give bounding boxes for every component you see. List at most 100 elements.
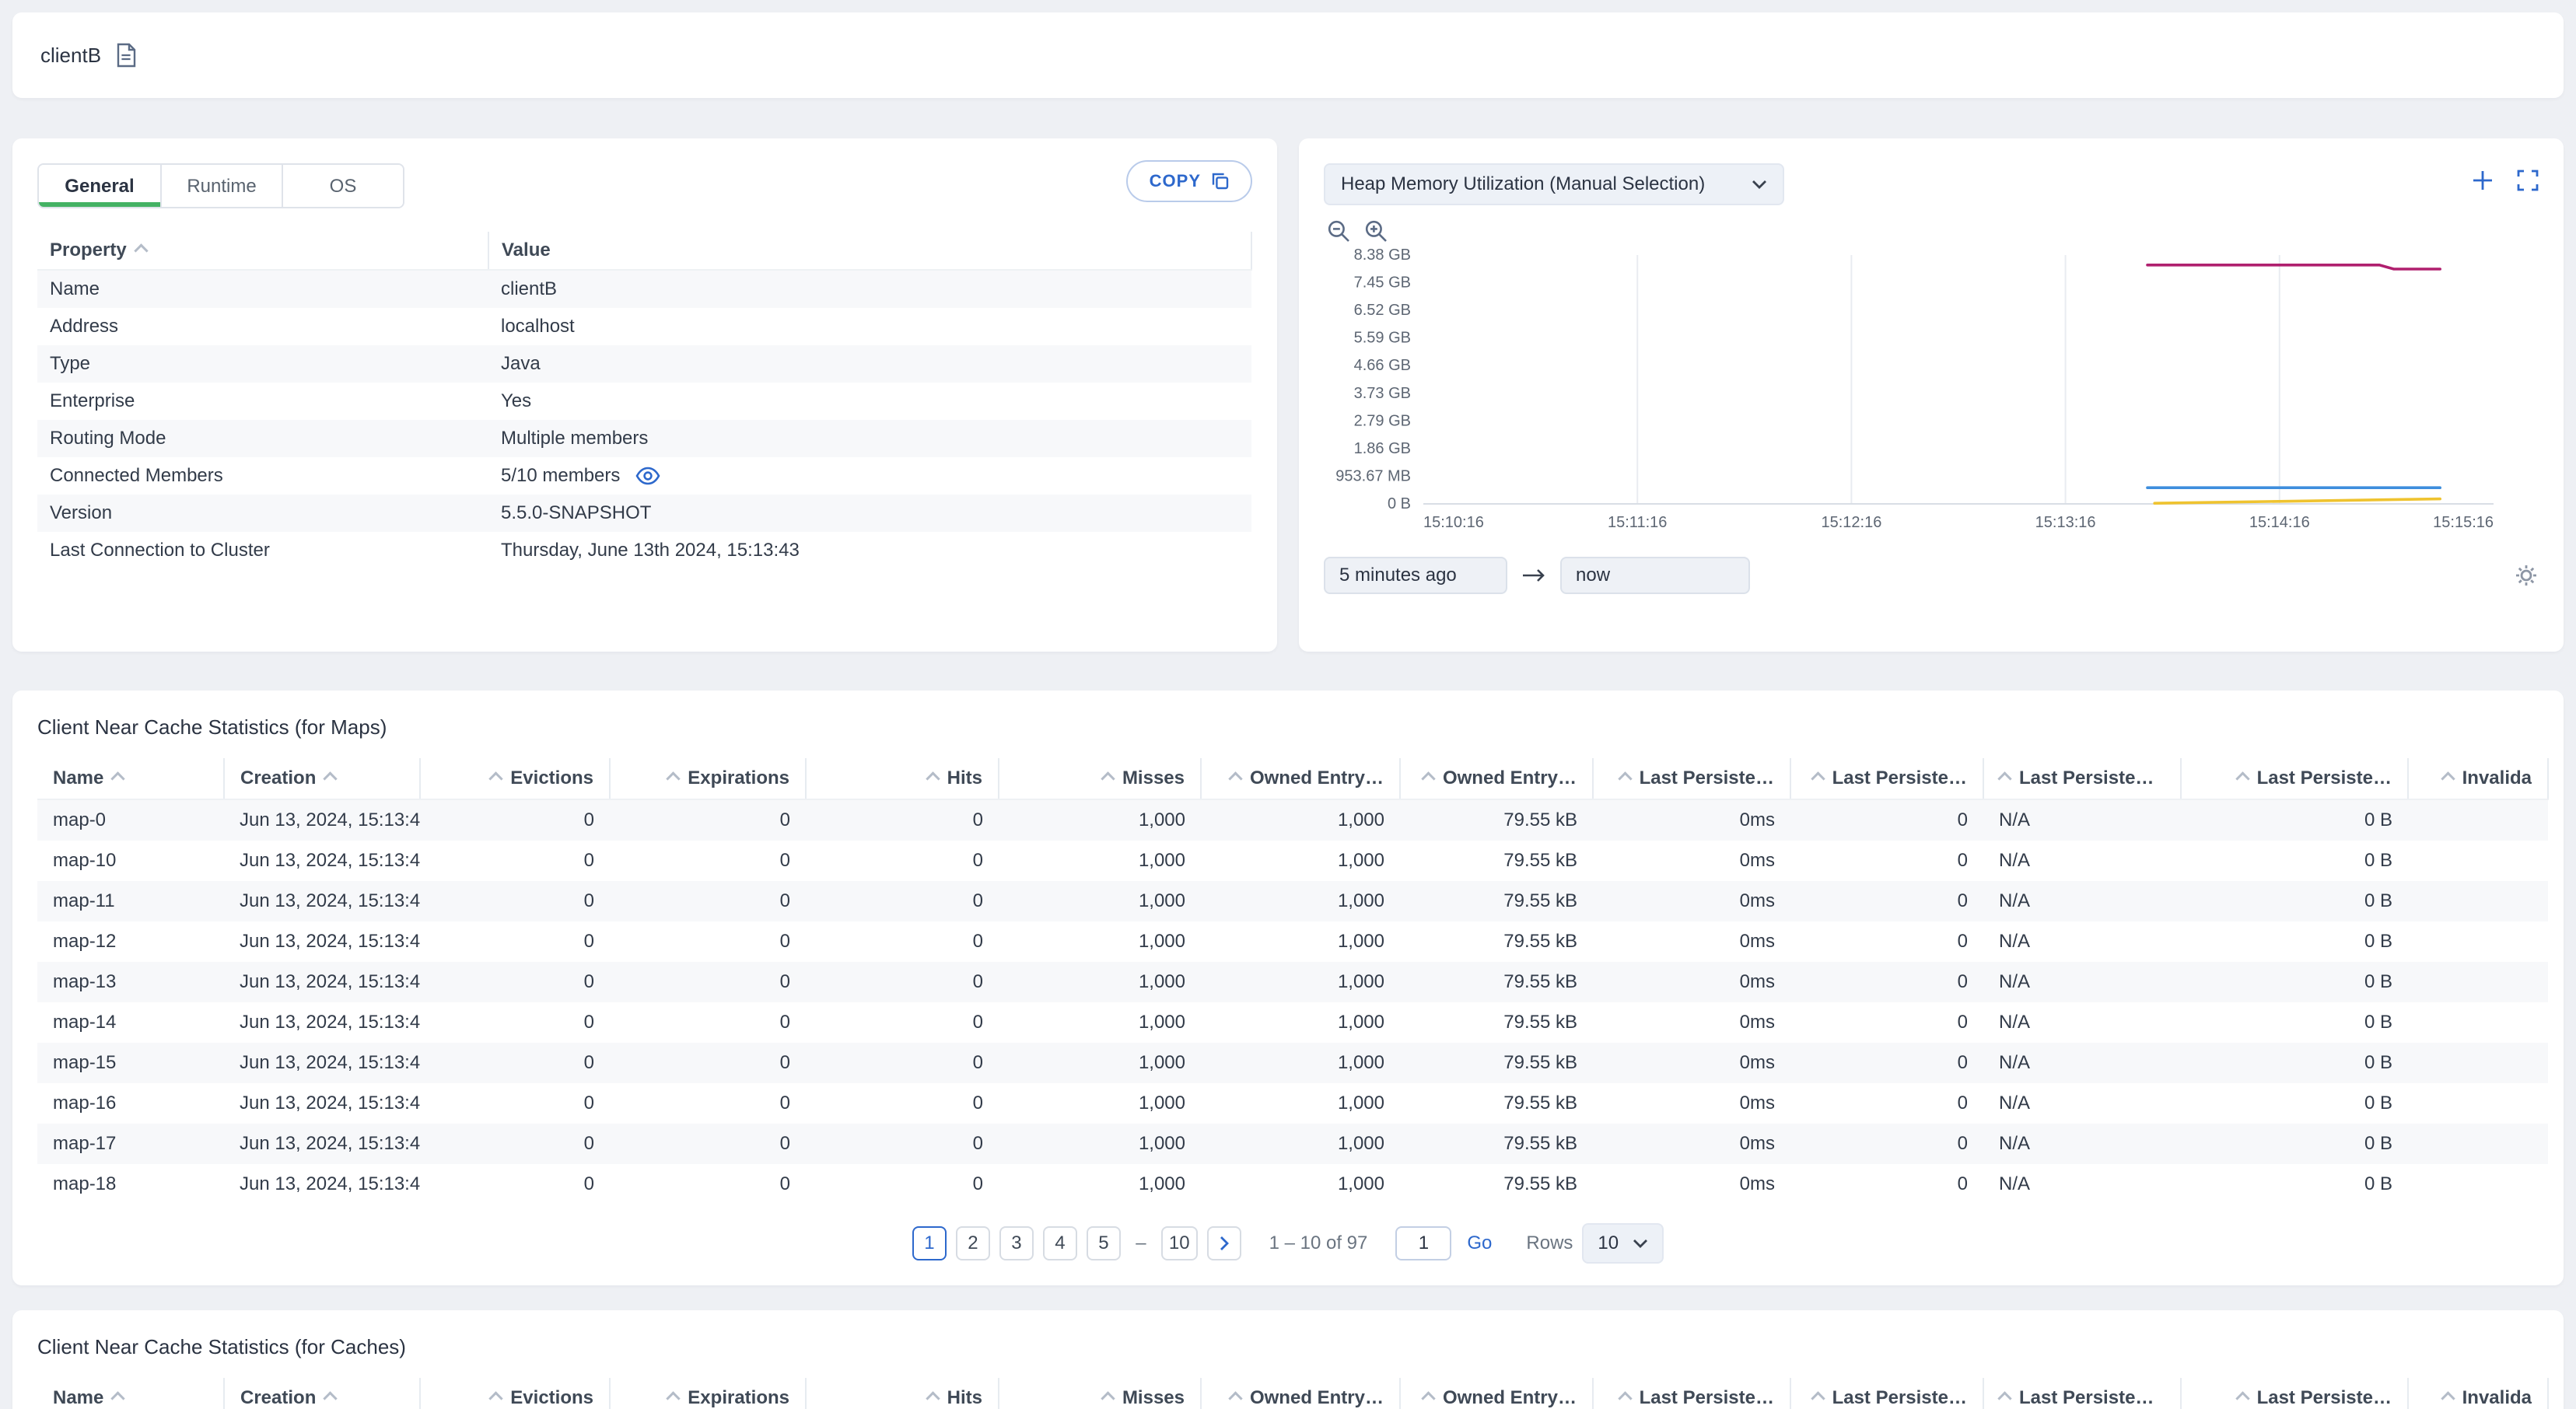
- column-header-last-persiste[interactable]: Last Persiste…: [1983, 758, 2182, 800]
- property-name-cell: Last Connection to Cluster: [50, 540, 270, 561]
- goto-page-input[interactable]: [1395, 1226, 1452, 1260]
- column-header-last-persiste[interactable]: Last Persiste…: [1790, 758, 1984, 800]
- sort-icon: [925, 1390, 940, 1406]
- table-row[interactable]: map-11 Jun 13, 2024, 15:13:44 0 0 0 1,000 1,00…: [37, 881, 2548, 921]
- page-button-4[interactable]: 4: [1042, 1226, 1077, 1260]
- cell-last-persiste: N/A: [1999, 809, 2031, 830]
- tab-runtime[interactable]: Runtime: [160, 165, 282, 207]
- cell-last-persiste: 0 B: [2364, 931, 2392, 952]
- table-row[interactable]: map-12 Jun 13, 2024, 15:13:45 0 0 0 1,000 1,00…: [37, 921, 2548, 962]
- y-tick-label: 4.66 GB: [1354, 357, 1411, 374]
- column-header-last-persiste[interactable]: Last Persiste…: [1983, 1378, 2182, 1409]
- table-row[interactable]: map-14 Jun 13, 2024, 15:13:45 0 0 0 1,000 1,00…: [37, 1002, 2548, 1043]
- cell-invalida: [2408, 1002, 2548, 1043]
- rows-per-page-select[interactable]: 10: [1582, 1223, 1664, 1264]
- column-header-invalida[interactable]: Invalida: [2408, 1378, 2549, 1409]
- cell-misses: 1,000: [1138, 1093, 1185, 1114]
- column-header-creation[interactable]: Creation: [224, 758, 421, 800]
- add-chart-icon[interactable]: [2472, 170, 2494, 191]
- cell-evictions: 0: [583, 1012, 594, 1033]
- time-to-input[interactable]: [1560, 557, 1750, 594]
- sort-icon: [1421, 771, 1436, 786]
- column-header-misses[interactable]: Misses: [999, 758, 1202, 800]
- sort-icon: [925, 771, 940, 786]
- copy-button[interactable]: COPY: [1125, 160, 1252, 202]
- column-header-last-persiste[interactable]: Last Persiste…: [1593, 758, 1791, 800]
- chevron-right-icon: [1220, 1236, 1229, 1250]
- tab-os[interactable]: OS: [282, 165, 403, 207]
- column-header-evictions[interactable]: Evictions: [420, 1378, 611, 1409]
- table-row[interactable]: map-13 Jun 13, 2024, 15:13:45 0 0 0 1,000 1,00…: [37, 962, 2548, 1002]
- table-row[interactable]: map-0 Jun 13, 2024, 15:13:43 0 0 0 1,000 1,000…: [37, 799, 2548, 841]
- table-row[interactable]: map-18 Jun 13, 2024, 15:13:45 0 0 0 1,000 1,00…: [37, 1164, 2548, 1204]
- column-header-name[interactable]: Name: [37, 758, 225, 800]
- sort-icon: [110, 1390, 126, 1406]
- time-from-input[interactable]: [1324, 557, 1507, 594]
- cell-last-persiste: N/A: [1999, 850, 2031, 871]
- metrics-chart-panel: Heap Memory Utilization (Manual Selectio…: [1299, 138, 2564, 652]
- zoom-out-icon[interactable]: [1327, 219, 1350, 243]
- property-value-cell: 5/10 members: [488, 457, 1251, 495]
- cell-last-persiste: 0: [1957, 931, 1968, 952]
- column-header-name[interactable]: Name: [37, 1378, 225, 1409]
- column-header-owned-entry[interactable]: Owned Entry…: [1400, 1378, 1594, 1409]
- settings-gear-icon[interactable]: [2514, 563, 2539, 588]
- page-button-3[interactable]: 3: [999, 1226, 1034, 1260]
- column-header-creation[interactable]: Creation: [224, 1378, 421, 1409]
- property-column-header[interactable]: Property: [37, 232, 489, 271]
- cell-last-persiste: 0ms: [1739, 931, 1775, 952]
- cell-name: map-16: [53, 1093, 117, 1114]
- page-button-10[interactable]: 10: [1160, 1226, 1198, 1260]
- cell-creation: Jun 13, 2024, 15:13:45: [240, 1012, 420, 1033]
- metric-select[interactable]: Heap Memory Utilization (Manual Selectio…: [1324, 163, 1784, 205]
- sort-icon: [110, 771, 126, 786]
- cell-owned-entry: 79.55 kB: [1503, 1173, 1577, 1194]
- sort-icon: [2235, 1390, 2250, 1406]
- table-row[interactable]: map-16 Jun 13, 2024, 15:13:45 0 0 0 1,000 1,00…: [37, 1083, 2548, 1124]
- eye-icon[interactable]: [635, 467, 660, 485]
- cell-owned-entry: 1,000: [1337, 1133, 1384, 1154]
- column-header-evictions[interactable]: Evictions: [420, 758, 611, 800]
- column-header-hits[interactable]: Hits: [806, 1378, 999, 1409]
- rows-label: Rows: [1526, 1232, 1573, 1253]
- x-tick-label: 15:11:16: [1608, 514, 1667, 531]
- tab-general[interactable]: General: [39, 165, 160, 207]
- column-header-last-persiste[interactable]: Last Persiste…: [2181, 1378, 2409, 1409]
- cell-misses: 1,000: [1138, 1133, 1185, 1154]
- go-button[interactable]: Go: [1467, 1232, 1492, 1254]
- page-button-5[interactable]: 5: [1086, 1226, 1121, 1260]
- column-header-misses[interactable]: Misses: [999, 1378, 1202, 1409]
- column-header-last-persiste[interactable]: Last Persiste…: [1790, 1378, 1984, 1409]
- next-page-button[interactable]: [1206, 1226, 1241, 1260]
- table-row[interactable]: map-17 Jun 13, 2024, 15:13:45 0 0 0 1,000 1,00…: [37, 1124, 2548, 1164]
- zoom-in-icon[interactable]: [1364, 219, 1388, 243]
- column-header-expirations[interactable]: Expirations: [610, 1378, 807, 1409]
- cell-name: map-15: [53, 1052, 117, 1073]
- fullscreen-icon[interactable]: [2517, 170, 2539, 191]
- tab-group: General Runtime OS: [37, 163, 404, 208]
- series-used-heap: [2153, 497, 2441, 505]
- table-row[interactable]: map-10 Jun 13, 2024, 15:13:44 0 0 0 1,000 1,00…: [37, 841, 2548, 881]
- column-header-owned-entry[interactable]: Owned Entry…: [1201, 758, 1401, 800]
- column-header-expirations[interactable]: Expirations: [610, 758, 807, 800]
- cell-last-persiste: 0: [1957, 1052, 1968, 1073]
- cell-misses: 1,000: [1138, 850, 1185, 871]
- column-header-owned-entry[interactable]: Owned Entry…: [1400, 758, 1594, 800]
- cell-last-persiste: 0: [1957, 890, 1968, 911]
- page-button-1[interactable]: 1: [912, 1226, 947, 1260]
- column-header-owned-entry[interactable]: Owned Entry…: [1201, 1378, 1401, 1409]
- column-header-last-persiste[interactable]: Last Persiste…: [2181, 758, 2409, 800]
- page-button-2[interactable]: 2: [955, 1226, 990, 1260]
- sort-icon: [2440, 771, 2455, 786]
- cell-name: map-17: [53, 1133, 117, 1154]
- cell-last-persiste: 0 B: [2364, 1012, 2392, 1033]
- column-header-last-persiste[interactable]: Last Persiste…: [1593, 1378, 1791, 1409]
- cell-last-persiste: 0 B: [2364, 1093, 2392, 1114]
- cell-owned-entry: 1,000: [1337, 850, 1384, 871]
- document-icon: [117, 43, 136, 68]
- column-header-hits[interactable]: Hits: [806, 758, 999, 800]
- table-row[interactable]: map-15 Jun 13, 2024, 15:13:45 0 0 0 1,000 1,00…: [37, 1043, 2548, 1083]
- cell-last-persiste: 0 B: [2364, 971, 2392, 992]
- column-header-invalida[interactable]: Invalida: [2408, 758, 2549, 800]
- chevron-down-icon: [1752, 180, 1766, 189]
